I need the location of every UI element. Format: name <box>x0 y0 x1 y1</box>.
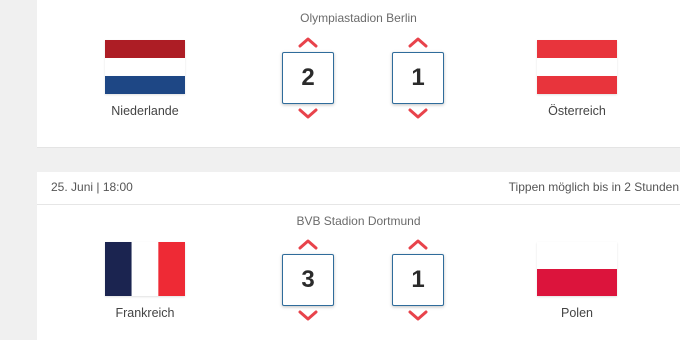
chevron-up-icon[interactable] <box>297 237 319 251</box>
venue-label: BVB Stadion Dortmund <box>296 214 421 228</box>
home-team: Frankreich <box>75 242 215 320</box>
away-team: Österreich <box>507 40 647 118</box>
home-team: Niederlande <box>75 40 215 118</box>
away-score-input[interactable]: 1 <box>392 254 444 306</box>
match-header: 25. Juni | 18:00 Tippen möglich bis in 2… <box>37 172 680 205</box>
netherlands-flag <box>105 40 185 94</box>
home-team-name: Frankreich <box>115 306 175 320</box>
chevron-down-icon[interactable] <box>407 309 429 323</box>
venue-label: Olympiastadion Berlin <box>300 11 417 25</box>
chevron-down-icon[interactable] <box>297 107 319 121</box>
chevron-up-icon[interactable] <box>407 35 429 49</box>
away-team-name: Österreich <box>548 104 606 118</box>
tip-deadline: Tippen möglich bis in 2 Stunden <box>508 180 679 194</box>
france-flag <box>105 242 185 296</box>
chevron-up-icon[interactable] <box>297 35 319 49</box>
poland-flag <box>537 242 617 296</box>
austria-flag <box>537 40 617 94</box>
home-score-stepper[interactable]: 3 <box>280 237 336 323</box>
home-score-stepper[interactable]: 2 <box>280 35 336 121</box>
match-card: Olympiastadion Berlin Niederlande Österr… <box>37 0 680 148</box>
chevron-down-icon[interactable] <box>297 309 319 323</box>
away-team-name: Polen <box>561 306 593 320</box>
away-score-stepper[interactable]: 1 <box>390 35 446 121</box>
away-score-input[interactable]: 1 <box>392 52 444 104</box>
away-score-stepper[interactable]: 1 <box>390 237 446 323</box>
match-card: 25. Juni | 18:00 Tippen möglich bis in 2… <box>37 172 680 340</box>
home-score-input[interactable]: 2 <box>282 52 334 104</box>
home-team-name: Niederlande <box>111 104 179 118</box>
chevron-up-icon[interactable] <box>407 237 429 251</box>
home-score-input[interactable]: 3 <box>282 254 334 306</box>
chevron-down-icon[interactable] <box>407 107 429 121</box>
match-date: 25. Juni | 18:00 <box>51 180 133 194</box>
away-team: Polen <box>507 242 647 320</box>
